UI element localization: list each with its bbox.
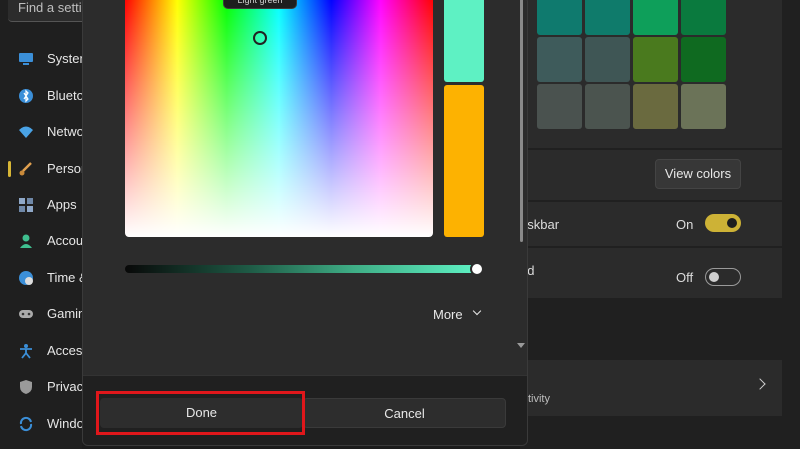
- color-swatch[interactable]: [681, 37, 726, 82]
- sidebar-item-label: Bluetooth & devices: [47, 88, 82, 103]
- brightness-slider[interactable]: [125, 265, 477, 273]
- title-bars-accent-row: [520, 248, 782, 298]
- settings-sidebar: Find a setting System Bluetooth & device…: [0, 0, 82, 449]
- color-picker-dialog: Light green More Done Cancel: [82, 0, 528, 446]
- scroll-down-arrow-icon[interactable]: [517, 343, 525, 348]
- monitor-icon: [19, 53, 33, 65]
- current-color-preview: [444, 85, 484, 237]
- sidebar-item-label: Time & language: [47, 270, 82, 285]
- active-indicator: [8, 161, 11, 177]
- color-name-tooltip: Light green: [223, 0, 297, 9]
- color-swatch[interactable]: [585, 37, 630, 82]
- sidebar-item-apps[interactable]: Apps: [0, 188, 82, 222]
- sidebar-item-windows-update[interactable]: Windows Update: [0, 407, 82, 441]
- sidebar-item-network[interactable]: Network & internet: [0, 115, 82, 149]
- color-swatch[interactable]: [633, 0, 678, 35]
- color-swatch[interactable]: [537, 37, 582, 82]
- sidebar-item-system[interactable]: System: [0, 42, 82, 76]
- shield-icon: [20, 380, 32, 394]
- taskbar-toggle-state: On: [676, 217, 694, 232]
- color-swatch[interactable]: [585, 0, 630, 35]
- sidebar-item-label: Privacy & security: [47, 379, 82, 394]
- sidebar-item-label: System: [47, 51, 82, 66]
- sidebar-item-label: Network & internet: [47, 124, 82, 139]
- title-bars-toggle-state: Off: [676, 270, 694, 285]
- wifi-icon: [19, 126, 33, 138]
- title-bars-accent-toggle[interactable]: [705, 268, 741, 286]
- personalization-colors-panel: View colors askbar On nd Off sitivity: [520, 0, 800, 449]
- color-swatch[interactable]: [537, 84, 582, 129]
- brush-icon: [19, 162, 32, 176]
- view-colors-button[interactable]: View colors: [655, 159, 741, 189]
- person-icon: [20, 234, 32, 248]
- taskbar-accent-toggle[interactable]: [705, 214, 741, 232]
- sidebar-item-privacy[interactable]: Privacy & security: [0, 370, 82, 404]
- sidebar-item-accounts[interactable]: Accounts: [0, 224, 82, 258]
- color-swatch[interactable]: [633, 84, 678, 129]
- sidebar-item-bluetooth[interactable]: Bluetooth & devices: [0, 79, 82, 113]
- sidebar-item-personalization[interactable]: Personalization: [0, 152, 82, 186]
- color-swatch[interactable]: [681, 0, 726, 35]
- more-toggle[interactable]: More: [433, 307, 463, 322]
- search-placeholder: Find a setting: [18, 0, 82, 15]
- toggle-knob: [709, 272, 719, 282]
- toggle-knob: [727, 218, 737, 228]
- sidebar-item-time-language[interactable]: Time & language: [0, 261, 82, 295]
- chevron-down-icon: [472, 306, 482, 316]
- color-swatch[interactable]: [585, 84, 630, 129]
- spectrum-picker-handle[interactable]: [253, 31, 267, 45]
- sidebar-item-label: Accessibility: [47, 343, 82, 358]
- sidebar-item-label: Personalization: [47, 161, 82, 176]
- sidebar-item-label: Windows Update: [47, 416, 82, 431]
- custom-colors-row: [520, 150, 782, 200]
- update-icon: [19, 416, 33, 432]
- sidebar-item-label: Accounts: [47, 233, 82, 248]
- sidebar-item-label: Apps: [47, 197, 77, 212]
- search-input[interactable]: Find a setting: [8, 0, 82, 22]
- color-spectrum[interactable]: [125, 0, 433, 237]
- new-color-preview: [444, 0, 484, 82]
- annotation-highlight-box: [96, 391, 305, 435]
- color-swatch[interactable]: [537, 0, 582, 35]
- accessibility-icon: [20, 344, 32, 359]
- scrollbar[interactable]: [520, 0, 523, 242]
- bluetooth-icon: [19, 89, 33, 103]
- globe-clock-icon: [19, 271, 33, 285]
- controller-icon: [19, 310, 33, 318]
- brightness-slider-thumb[interactable]: [470, 262, 484, 276]
- sidebar-item-label: Gaming: [47, 306, 82, 321]
- taskbar-accent-row: [520, 202, 782, 246]
- apps-icon: [19, 198, 33, 212]
- color-swatch[interactable]: [681, 84, 726, 129]
- contrast-themes-row[interactable]: [520, 360, 782, 416]
- color-swatch[interactable]: [633, 37, 678, 82]
- cancel-button[interactable]: Cancel: [303, 398, 506, 428]
- sidebar-item-gaming[interactable]: Gaming: [0, 297, 82, 331]
- custom-color-swatches: [520, 0, 782, 148]
- sidebar-item-accessibility[interactable]: Accessibility: [0, 334, 82, 368]
